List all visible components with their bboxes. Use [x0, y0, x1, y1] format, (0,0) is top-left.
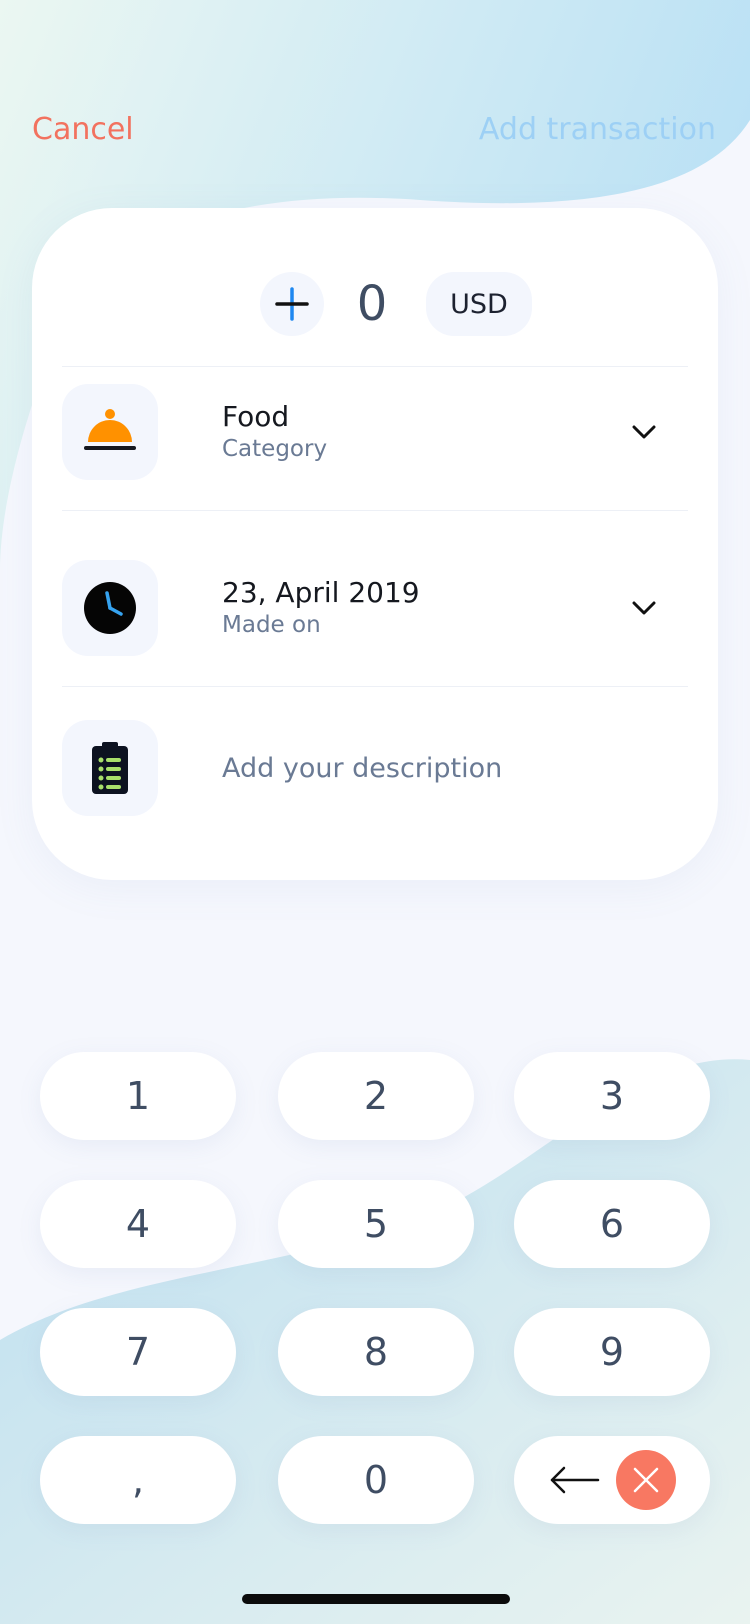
backspace-button[interactable] — [534, 1450, 614, 1510]
key-9[interactable]: 9 — [514, 1308, 710, 1396]
divider — [62, 686, 688, 687]
clock-icon — [84, 582, 136, 634]
divider — [62, 510, 688, 511]
category-icon-box — [62, 384, 158, 480]
chevron-down-icon — [632, 425, 656, 439]
food-cloche-icon — [84, 409, 136, 450]
description-icon-box — [62, 720, 158, 816]
amount-row: 0 USD — [32, 272, 718, 336]
key-7[interactable]: 7 — [40, 1308, 236, 1396]
plus-icon — [275, 287, 309, 321]
arrow-left-icon — [550, 1466, 600, 1494]
category-title: Food — [222, 400, 290, 433]
sign-toggle-button[interactable] — [260, 272, 324, 336]
divider — [62, 366, 688, 367]
key-2[interactable]: 2 — [278, 1052, 474, 1140]
key-0[interactable]: 0 — [278, 1436, 474, 1524]
key-comma[interactable]: , — [40, 1436, 236, 1524]
key-1[interactable]: 1 — [40, 1052, 236, 1140]
key-5[interactable]: 5 — [278, 1180, 474, 1268]
header: Cancel Add transaction — [0, 0, 750, 200]
date-icon-box — [62, 560, 158, 656]
category-selector[interactable]: Food Category — [62, 384, 688, 484]
currency-selector[interactable]: USD — [426, 272, 532, 336]
clear-button[interactable] — [616, 1450, 676, 1510]
cancel-button[interactable]: Cancel — [32, 112, 134, 147]
key-3[interactable]: 3 — [514, 1052, 710, 1140]
key-4[interactable]: 4 — [40, 1180, 236, 1268]
close-icon — [633, 1467, 659, 1493]
date-selector[interactable]: 23, April 2019 Made on — [62, 560, 688, 660]
category-label: Category — [222, 436, 328, 462]
delete-key-group — [514, 1436, 710, 1524]
date-label: Made on — [222, 612, 321, 638]
amount-value: 0 — [356, 276, 388, 332]
key-8[interactable]: 8 — [278, 1308, 474, 1396]
description-input[interactable] — [222, 748, 662, 788]
home-indicator — [242, 1594, 510, 1604]
chevron-down-icon — [632, 601, 656, 615]
key-6[interactable]: 6 — [514, 1180, 710, 1268]
clipboard-icon — [92, 742, 128, 794]
description-row — [62, 720, 688, 820]
date-title: 23, April 2019 — [222, 576, 420, 609]
add-transaction-button[interactable]: Add transaction — [479, 112, 716, 147]
transaction-card: 0 USD Food Category 23, April 2019 Made — [32, 208, 718, 880]
